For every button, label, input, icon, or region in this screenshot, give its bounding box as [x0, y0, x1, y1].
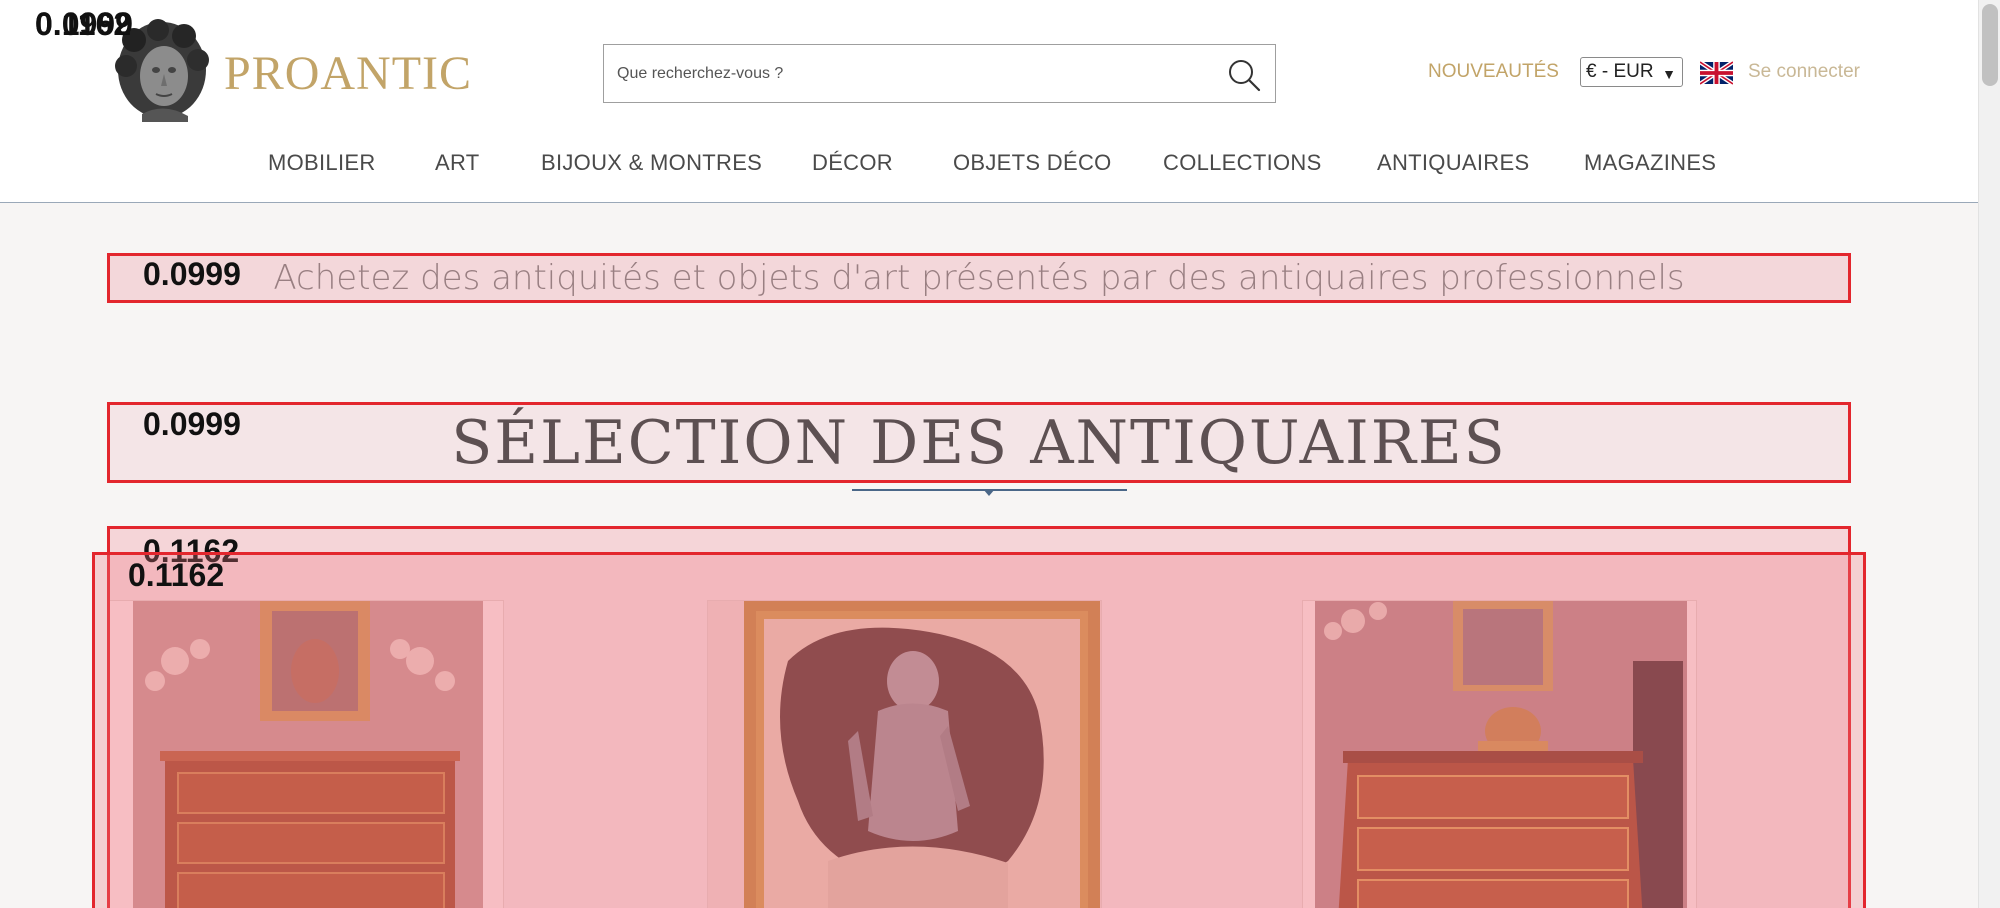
chevron-down-icon: ▼	[1662, 66, 1676, 82]
nav-item-magazines[interactable]: MAGAZINES	[1584, 150, 1716, 176]
overlay-box-title	[107, 402, 1851, 483]
nav-item-objets-deco[interactable]: OBJETS DÉCO	[953, 150, 1112, 176]
overlay-box-tagline	[107, 253, 1851, 303]
vertical-scrollbar[interactable]	[1978, 0, 2000, 908]
search-box	[603, 44, 1276, 103]
nav-item-decor[interactable]: DÉCOR	[812, 150, 893, 176]
logo-text[interactable]: PROANTIC	[224, 46, 472, 101]
overlay-box-cards-inner	[92, 552, 1866, 908]
scrollbar-thumb[interactable]	[1982, 4, 1998, 86]
uk-flag-icon[interactable]	[1700, 60, 1733, 86]
currency-value: € - EUR	[1586, 61, 1654, 82]
overlay-label-tagline: 0.0999	[143, 256, 241, 292]
overlay-label-corner-b: 0.0999	[35, 6, 133, 42]
nav-item-art[interactable]: ART	[435, 150, 480, 176]
nouveautes-link[interactable]: NOUVEAUTÉS	[1428, 61, 1559, 83]
login-link[interactable]: Se connecter	[1748, 61, 1860, 83]
main-nav: MOBILIER ART BIJOUX & MONTRES DÉCOR OBJE…	[0, 150, 1978, 180]
page: PROANTIC NOUVEAUTÉS € - EUR ▼ Se connect…	[0, 0, 2000, 908]
site-header: PROANTIC NOUVEAUTÉS € - EUR ▼ Se connect…	[0, 0, 1978, 203]
overlay-label-cards-b: 0.1162	[128, 557, 225, 593]
overlay-label-title: 0.0999	[143, 406, 241, 442]
nav-item-bijoux-montres[interactable]: BIJOUX & MONTRES	[541, 150, 762, 176]
title-divider-arrow	[983, 489, 995, 496]
nav-item-mobilier[interactable]: MOBILIER	[268, 150, 376, 176]
search-icon[interactable]	[1224, 55, 1264, 95]
nav-item-antiquaires[interactable]: ANTIQUAIRES	[1377, 150, 1529, 176]
search-input[interactable]	[604, 45, 1204, 102]
currency-select[interactable]: € - EUR ▼	[1580, 57, 1683, 87]
nav-item-collections[interactable]: COLLECTIONS	[1163, 150, 1322, 176]
